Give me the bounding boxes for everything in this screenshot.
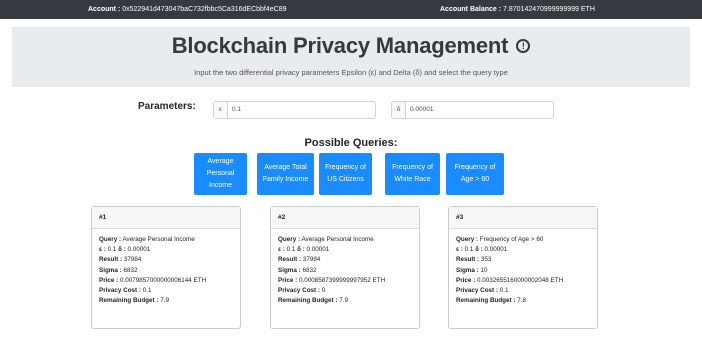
header-jumbotron: Blockchain Privacy Management! Input the… bbox=[12, 27, 690, 87]
card-query-value: Average Personal Income bbox=[301, 236, 374, 243]
card-result-line: Result : 353 bbox=[456, 256, 492, 264]
card-price-line: Price : 0.0008587399999997952 ETH bbox=[278, 276, 386, 284]
card-result-value: 353 bbox=[480, 256, 492, 264]
result-card-body: Query : Average Personal Income ε : 0.1 … bbox=[271, 229, 419, 306]
result-card-body: Query : Frequency of Age > 60 ε : 0.1 δ … bbox=[449, 229, 597, 306]
card-query-line: Query : Average Personal Income bbox=[99, 236, 195, 243]
query-frequency-white-race-button[interactable]: Frequency of White Race bbox=[385, 153, 440, 195]
delta-input[interactable] bbox=[410, 102, 530, 118]
card-params-line: ε : 0.1 δ : 0.00001 bbox=[278, 246, 330, 254]
card-sigma-line: Sigma : 10 bbox=[456, 266, 488, 274]
parameters-label: Parameters: bbox=[138, 101, 196, 112]
card-sigma-value: 6832 bbox=[123, 266, 138, 274]
epsilon-prefix: ε bbox=[214, 102, 228, 118]
card-eps-value: 0.1 bbox=[286, 246, 296, 254]
query-average-personal-income-button[interactable]: Average Personal Income bbox=[194, 153, 247, 195]
card-privacy-cost-line: Privacy Cost : 0.1 bbox=[99, 287, 152, 295]
card-delta-value: 0.00001 bbox=[127, 246, 151, 254]
card-delta-value: 0.00001 bbox=[306, 246, 330, 254]
card-sigma-value: 10 bbox=[480, 266, 488, 274]
possible-queries-heading: Possible Queries: bbox=[304, 137, 398, 149]
result-card: #3 Query : Frequency of Age > 60 ε : 0.1… bbox=[448, 206, 598, 329]
page-title-text: Blockchain Privacy Management bbox=[171, 33, 509, 58]
card-remaining-budget-line: Remaining Budget : 7.8 bbox=[456, 297, 526, 305]
card-params-line: ε : 0.1 δ : 0.00001 bbox=[99, 246, 151, 254]
result-card-id: #3 bbox=[449, 207, 597, 229]
query-frequency-age-over-60-button[interactable]: Frequency of Age > 60 bbox=[446, 153, 504, 195]
card-remaining-budget-value: 7.9 bbox=[160, 297, 169, 305]
card-privacy-cost-line: Privacy Cost : 0 bbox=[278, 287, 326, 295]
delta-field: δ bbox=[391, 101, 554, 119]
result-card-body: Query : Average Personal Income ε : 0.1 … bbox=[92, 229, 240, 306]
page-subtitle: Input the two differential privacy param… bbox=[194, 68, 508, 77]
result-card: #1 Query : Average Personal Income ε : 0… bbox=[91, 206, 241, 329]
card-remaining-budget-line: Remaining Budget : 7.9 bbox=[278, 297, 348, 305]
info-icon[interactable]: ! bbox=[516, 39, 531, 53]
result-card: #2 Query : Average Personal Income ε : 0… bbox=[270, 206, 420, 329]
delta-prefix: δ bbox=[392, 102, 406, 118]
card-price-line: Price : 0.0079857000000006144 ETH bbox=[99, 276, 207, 284]
card-privacy-cost-value: 0 bbox=[321, 287, 326, 295]
card-query-value: Average Personal Income bbox=[122, 236, 195, 243]
balance-label: Account Balance : bbox=[440, 6, 502, 13]
card-price-value: 0.0032655160000002048 ETH bbox=[477, 276, 564, 284]
account-address: 0x522941d473047baC732fbbc5Ca316dECbbf4eC… bbox=[122, 6, 287, 13]
card-result-value: 37984 bbox=[302, 256, 321, 264]
card-sigma-value: 6832 bbox=[302, 266, 317, 274]
card-eps-value: 0.1 bbox=[464, 246, 474, 254]
card-privacy-cost-value: 0.1 bbox=[499, 287, 509, 295]
page-title: Blockchain Privacy Management! bbox=[12, 33, 690, 59]
query-average-total-family-income-button[interactable]: Average Total Family Income bbox=[257, 153, 314, 195]
card-delta-value: 0.00001 bbox=[484, 246, 508, 254]
card-sigma-line: Sigma : 6832 bbox=[99, 266, 138, 274]
epsilon-input[interactable] bbox=[232, 102, 352, 118]
card-query-line: Query : Average Personal Income bbox=[278, 236, 374, 243]
account-info: Account : 0x522941d473047baC732fbbc5Ca31… bbox=[88, 6, 287, 13]
top-navbar: Account : 0x522941d473047baC732fbbc5Ca31… bbox=[0, 0, 702, 19]
account-balance: Account Balance : 7.870142470999999999 E… bbox=[440, 6, 595, 13]
card-result-line: Result : 37984 bbox=[278, 256, 321, 264]
result-card-id: #1 bbox=[92, 207, 240, 229]
card-price-line: Price : 0.0032655160000002048 ETH bbox=[456, 276, 564, 284]
card-remaining-budget-value: 7.9 bbox=[339, 297, 348, 305]
card-query-line: Query : Frequency of Age > 60 bbox=[456, 236, 544, 243]
balance-value: 7.870142470999999999 ETH bbox=[503, 6, 595, 13]
query-frequency-us-citizens-button[interactable]: Frequency of US Citizens bbox=[319, 153, 372, 195]
card-result-line: Result : 37984 bbox=[99, 256, 142, 264]
card-result-value: 37984 bbox=[123, 256, 142, 264]
card-params-line: ε : 0.1 δ : 0.00001 bbox=[456, 246, 508, 254]
card-query-value: Frequency of Age > 60 bbox=[479, 236, 544, 243]
epsilon-field: ε bbox=[213, 101, 376, 119]
account-label: Account : bbox=[88, 6, 121, 13]
card-privacy-cost-value: 0.1 bbox=[142, 287, 152, 295]
result-card-id: #2 bbox=[271, 207, 419, 229]
card-price-value: 0.0079857000000006144 ETH bbox=[120, 276, 207, 284]
card-remaining-budget-line: Remaining Budget : 7.9 bbox=[99, 297, 169, 305]
card-price-value: 0.0008587399999997952 ETH bbox=[299, 276, 386, 284]
card-eps-value: 0.1 bbox=[107, 246, 117, 254]
card-privacy-cost-line: Privacy Cost : 0.1 bbox=[456, 287, 509, 295]
card-sigma-line: Sigma : 6832 bbox=[278, 266, 317, 274]
card-remaining-budget-value: 7.8 bbox=[517, 297, 526, 305]
